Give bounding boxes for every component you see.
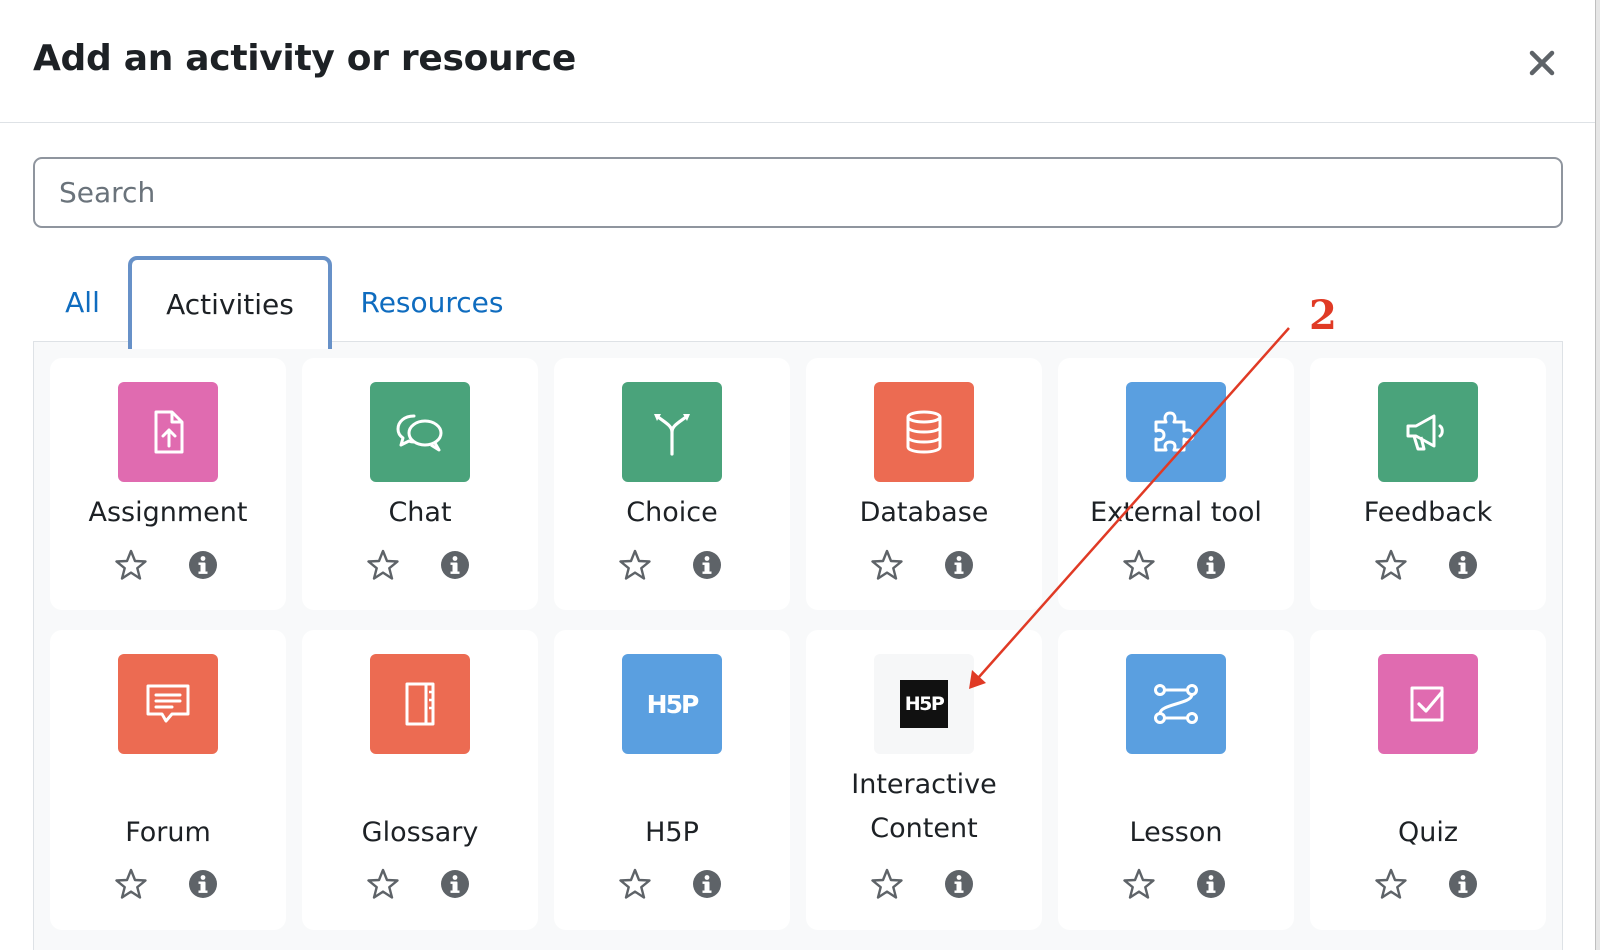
- card-actions: [1310, 867, 1546, 907]
- activity-label: Glossary: [361, 817, 479, 848]
- close-icon: [1529, 50, 1555, 76]
- search-input[interactable]: [33, 157, 1563, 228]
- activity-card-interactive-content[interactable]: H5P Interactive Content: [806, 630, 1042, 930]
- activity-card-lesson[interactable]: Lesson: [1058, 630, 1294, 930]
- h5p-logo-tile: H5P: [874, 654, 974, 754]
- tab-resources[interactable]: Resources: [350, 257, 514, 347]
- card-actions: [1058, 548, 1294, 588]
- card-actions: [554, 867, 790, 907]
- choice-icon-tile: [622, 382, 722, 482]
- star-icon[interactable]: [618, 548, 652, 582]
- activity-label: Choice: [626, 497, 718, 528]
- page: Add an activity or resource All Activiti…: [0, 0, 1600, 950]
- activity-label: External tool: [1090, 497, 1262, 528]
- tab-all[interactable]: All: [40, 257, 125, 347]
- star-icon[interactable]: [1374, 867, 1408, 901]
- modal-header: Add an activity or resource: [0, 0, 1595, 123]
- activity-label-line2: Content: [870, 813, 978, 844]
- card-actions: [1310, 548, 1546, 588]
- activity-label: H5P: [645, 817, 699, 848]
- star-icon[interactable]: [870, 548, 904, 582]
- activity-card-glossary[interactable]: Glossary: [302, 630, 538, 930]
- info-icon[interactable]: [1195, 549, 1227, 581]
- database-icon: [906, 410, 942, 454]
- info-icon[interactable]: [691, 549, 723, 581]
- info-icon[interactable]: [943, 549, 975, 581]
- lesson-icon-tile: [1126, 654, 1226, 754]
- card-actions: [50, 548, 286, 588]
- assignment-icon: [154, 410, 184, 454]
- star-icon[interactable]: [1122, 548, 1156, 582]
- star-icon[interactable]: [114, 867, 148, 901]
- info-icon[interactable]: [1195, 868, 1227, 900]
- choice-icon: [654, 414, 690, 456]
- h5p-icon-text: H5P: [646, 689, 700, 719]
- megaphone-icon: [1406, 414, 1444, 451]
- card-actions: [554, 548, 790, 588]
- card-actions: [50, 867, 286, 907]
- chat-icon: [396, 414, 443, 452]
- activity-card-feedback[interactable]: Feedback: [1310, 358, 1546, 610]
- close-button[interactable]: [1525, 46, 1559, 80]
- activity-label-line1: Interactive: [851, 769, 997, 800]
- assignment-icon-tile: [118, 382, 218, 482]
- chat-icon-tile: [370, 382, 470, 482]
- forum-icon-tile: [118, 654, 218, 754]
- activity-label: Assignment: [88, 497, 248, 528]
- activity-card-forum[interactable]: Forum: [50, 630, 286, 930]
- info-icon[interactable]: [1447, 549, 1479, 581]
- h5p-logo-text: H5P: [904, 693, 945, 715]
- activity-card-quiz[interactable]: Quiz: [1310, 630, 1546, 930]
- info-icon[interactable]: [187, 868, 219, 900]
- info-icon[interactable]: [187, 549, 219, 581]
- database-icon-tile: [874, 382, 974, 482]
- activity-card-choice[interactable]: Choice: [554, 358, 790, 610]
- star-icon[interactable]: [870, 867, 904, 901]
- quiz-icon: [1410, 686, 1444, 722]
- card-actions: [302, 867, 538, 907]
- activity-label: Forum: [125, 817, 211, 848]
- activity-card-external-tool[interactable]: External tool: [1058, 358, 1294, 610]
- activity-label: Lesson: [1129, 817, 1223, 848]
- star-icon[interactable]: [1374, 548, 1408, 582]
- star-icon[interactable]: [366, 867, 400, 901]
- window-edge: [1596, 0, 1600, 950]
- info-icon[interactable]: [691, 868, 723, 900]
- info-icon[interactable]: [1447, 868, 1479, 900]
- modal-title: Add an activity or resource: [33, 38, 576, 79]
- activity-label: Quiz: [1397, 817, 1459, 848]
- activity-chooser-modal: Add an activity or resource All Activiti…: [0, 0, 1596, 950]
- lesson-icon: [1154, 684, 1198, 724]
- megaphone-icon-tile: [1378, 382, 1478, 482]
- annotation-number: 2: [1309, 292, 1337, 339]
- info-icon[interactable]: [439, 549, 471, 581]
- info-icon[interactable]: [943, 868, 975, 900]
- info-icon[interactable]: [439, 868, 471, 900]
- activity-label: Chat: [388, 497, 452, 528]
- quiz-icon-tile: [1378, 654, 1478, 754]
- forum-icon: [146, 684, 190, 723]
- activity-label: Feedback: [1363, 497, 1493, 528]
- star-icon[interactable]: [1122, 867, 1156, 901]
- puzzle-icon: [1154, 411, 1195, 452]
- activity-label: Database: [859, 497, 989, 528]
- card-actions: [1058, 867, 1294, 907]
- star-icon[interactable]: [618, 867, 652, 901]
- activity-grid: Assignment Chat Choice Database External…: [33, 341, 1563, 950]
- glossary-icon: [405, 682, 435, 726]
- tab-activities[interactable]: Activities: [128, 256, 332, 349]
- puzzle-icon-tile: [1126, 382, 1226, 482]
- card-actions: [806, 867, 1042, 907]
- h5p-logo-icon: H5P: [900, 680, 948, 728]
- activity-card-chat[interactable]: Chat: [302, 358, 538, 610]
- star-icon[interactable]: [366, 548, 400, 582]
- h5p-icon: H5P: [622, 654, 722, 754]
- activity-card-database[interactable]: Database: [806, 358, 1042, 610]
- card-actions: [806, 548, 1042, 588]
- glossary-icon-tile: [370, 654, 470, 754]
- activity-card-h5p[interactable]: H5P H5P: [554, 630, 790, 930]
- star-icon[interactable]: [114, 548, 148, 582]
- activity-card-assignment[interactable]: Assignment: [50, 358, 286, 610]
- card-actions: [302, 548, 538, 588]
